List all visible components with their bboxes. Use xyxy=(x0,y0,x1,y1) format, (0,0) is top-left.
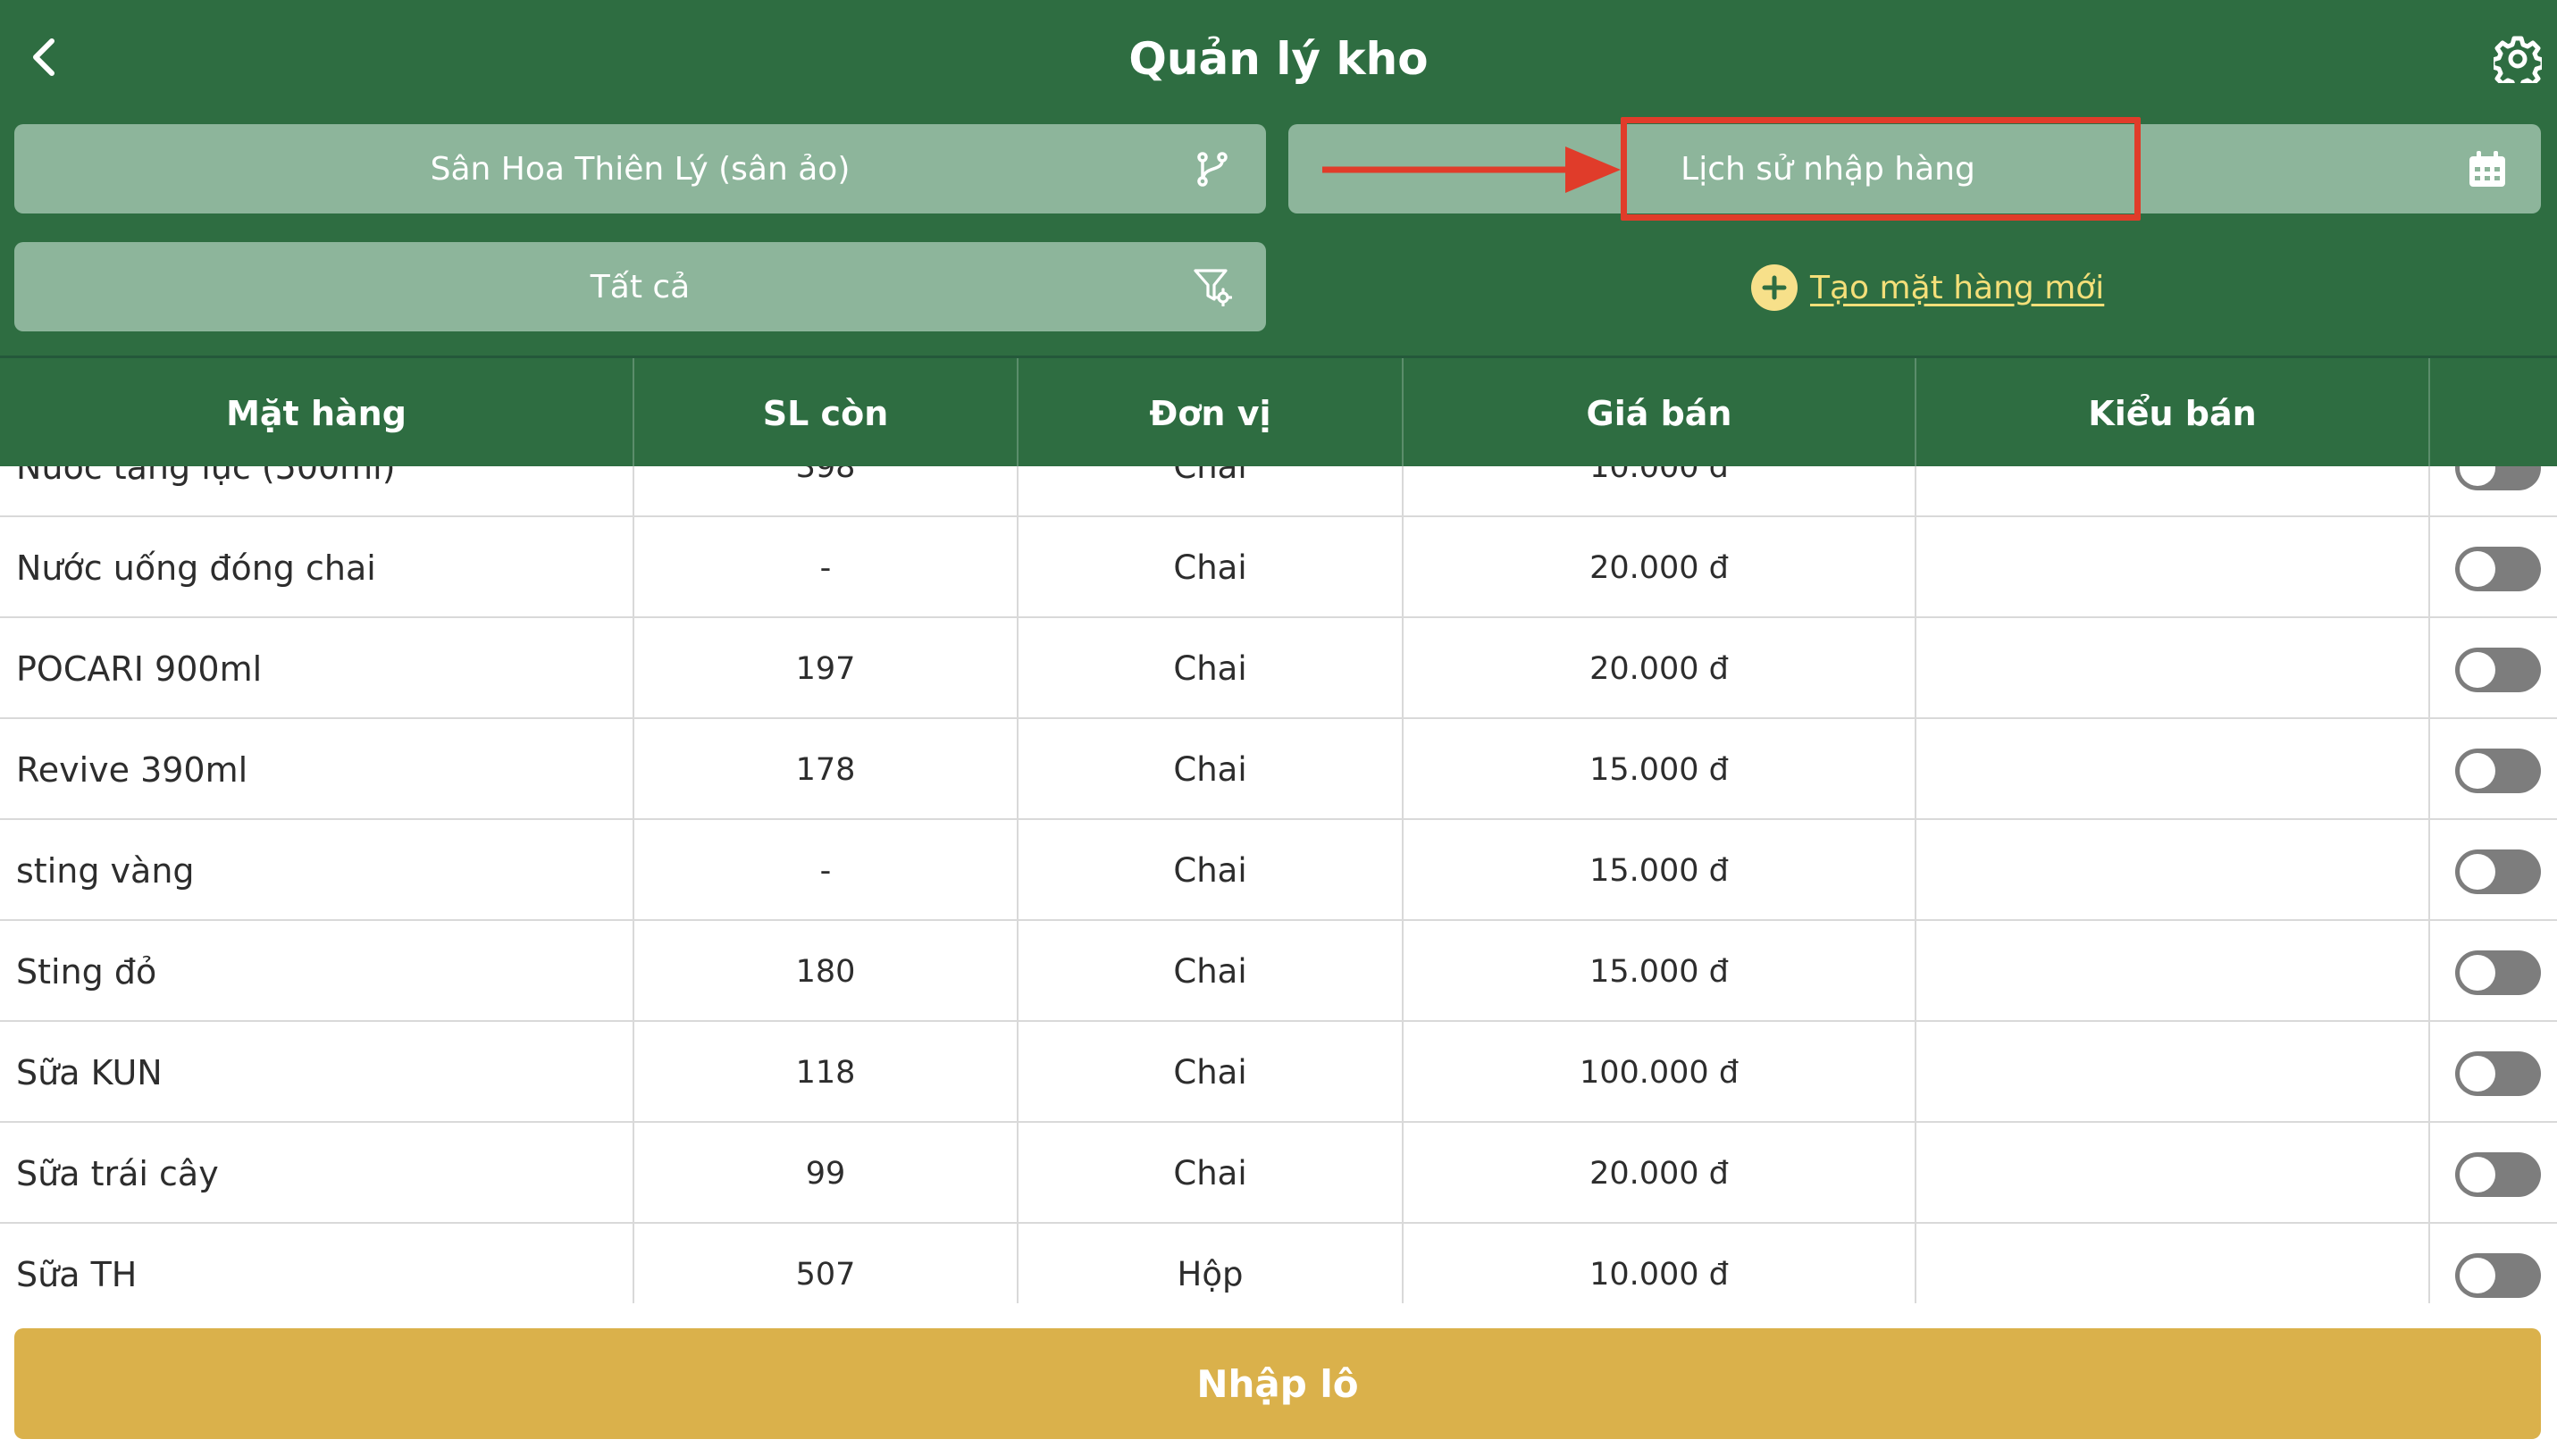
inventory-table-body[interactable]: Nước tăng lực (500ml) 398 Chai 10.000 đ Nước… xyxy=(0,466,2557,1303)
sale-type-cell xyxy=(1916,517,2430,618)
item-name-cell: Nước uống đóng chai xyxy=(0,517,634,618)
price-cell: 20.000 đ xyxy=(1404,517,1916,618)
table-row[interactable]: Nước uống đóng chai - Chai 20.000 đ xyxy=(0,517,2557,618)
price-cell: 20.000 đ xyxy=(1404,1123,1916,1224)
column-header-unit[interactable]: Đơn vị xyxy=(1019,358,1404,469)
create-item-label: Tạo mặt hàng mới xyxy=(1810,269,2105,306)
venue-label: Sân Hoa Thiên Lý (sân ảo) xyxy=(430,150,851,188)
unit-cell: Chai xyxy=(1019,618,1404,719)
sell-toggle[interactable] xyxy=(2455,849,2541,894)
branch-icon xyxy=(1197,152,1228,187)
unit-cell: Chai xyxy=(1019,517,1404,618)
table-header: Mặt hàng SL còn Đơn vị Giá bán Kiểu bán xyxy=(0,356,2557,469)
sale-type-cell xyxy=(1916,1022,2430,1123)
unit-cell: Chai xyxy=(1019,820,1404,921)
sale-type-cell xyxy=(1916,618,2430,719)
table-row[interactable]: Sữa trái cây 99 Chai 20.000 đ xyxy=(0,1123,2557,1224)
import-history-label: Lịch sử nhập hàng xyxy=(1681,150,1975,188)
table-row[interactable]: Nước tăng lực (500ml) 398 Chai 10.000 đ xyxy=(0,466,2557,517)
toggle-knob xyxy=(2460,1258,2495,1293)
calendar-icon xyxy=(2469,151,2505,187)
sale-type-cell xyxy=(1916,1224,2430,1303)
item-name-cell: Revive 390ml xyxy=(0,719,634,820)
category-label: Tất cả xyxy=(590,268,691,305)
sell-toggle[interactable] xyxy=(2455,950,2541,995)
item-name-cell: POCARI 900ml xyxy=(0,618,634,719)
unit-cell: Chai xyxy=(1019,1022,1404,1123)
unit-cell: Hộp xyxy=(1019,1224,1404,1303)
sale-type-cell xyxy=(1916,466,2430,517)
table-row[interactable]: Sữa KUN 118 Chai 100.000 đ xyxy=(0,1022,2557,1123)
qty-cell: 180 xyxy=(634,921,1019,1022)
plus-circle-icon xyxy=(1751,264,1798,311)
price-cell: 10.000 đ xyxy=(1404,1224,1916,1303)
column-header-qty[interactable]: SL còn xyxy=(634,358,1019,469)
price-cell: 15.000 đ xyxy=(1404,820,1916,921)
sell-toggle[interactable] xyxy=(2455,648,2541,692)
table-row[interactable]: Sữa TH 507 Hộp 10.000 đ xyxy=(0,1224,2557,1303)
toggle-knob xyxy=(2460,753,2495,789)
venue-selector[interactable]: Sân Hoa Thiên Lý (sân ảo) xyxy=(14,124,1266,213)
price-cell: 15.000 đ xyxy=(1404,921,1916,1022)
create-item-link[interactable]: Tạo mặt hàng mới xyxy=(1751,263,2104,313)
column-header-item[interactable]: Mặt hàng xyxy=(0,358,634,469)
qty-cell: 99 xyxy=(634,1123,1019,1224)
toggle-knob xyxy=(2460,1157,2495,1192)
annotation-arrow-icon xyxy=(1322,146,1621,193)
qty-cell: 197 xyxy=(634,618,1019,719)
sell-toggle[interactable] xyxy=(2455,1253,2541,1298)
price-cell: 15.000 đ xyxy=(1404,719,1916,820)
toggle-knob xyxy=(2460,955,2495,991)
item-name-cell: Sữa KUN xyxy=(0,1022,634,1123)
app-header: Quản lý kho Sân Hoa Thiên Lý (sân ảo) Tấ… xyxy=(0,0,2557,356)
sell-toggle[interactable] xyxy=(2455,466,2541,490)
sale-type-cell xyxy=(1916,921,2430,1022)
qty-cell: - xyxy=(634,820,1019,921)
unit-cell: Chai xyxy=(1019,1123,1404,1224)
settings-button[interactable] xyxy=(2489,30,2546,88)
table-row[interactable]: Sting đỏ 180 Chai 15.000 đ xyxy=(0,921,2557,1022)
toggle-knob xyxy=(2460,652,2495,688)
price-cell: 100.000 đ xyxy=(1404,1022,1916,1123)
price-cell: 10.000 đ xyxy=(1404,466,1916,517)
filter-settings-icon xyxy=(1194,269,1232,306)
qty-cell: - xyxy=(634,517,1019,618)
qty-cell: 507 xyxy=(634,1224,1019,1303)
qty-cell: 118 xyxy=(634,1022,1019,1123)
unit-cell: Chai xyxy=(1019,921,1404,1022)
column-header-sale-type[interactable]: Kiểu bán xyxy=(1916,358,2430,469)
sell-toggle[interactable] xyxy=(2455,749,2541,793)
sell-toggle[interactable] xyxy=(2455,547,2541,591)
table-row[interactable]: sting vàng - Chai 15.000 đ xyxy=(0,820,2557,921)
sale-type-cell xyxy=(1916,719,2430,820)
toggle-knob xyxy=(2460,1056,2495,1092)
toggle-knob xyxy=(2460,466,2495,486)
sale-type-cell xyxy=(1916,1123,2430,1224)
table-row[interactable]: POCARI 900ml 197 Chai 20.000 đ xyxy=(0,618,2557,719)
item-name-cell: Sữa TH xyxy=(0,1224,634,1303)
unit-cell: Chai xyxy=(1019,719,1404,820)
column-header-price[interactable]: Giá bán xyxy=(1404,358,1916,469)
price-cell: 20.000 đ xyxy=(1404,618,1916,719)
inventory-screen: Quản lý kho Sân Hoa Thiên Lý (sân ảo) Tấ… xyxy=(0,0,2557,1456)
item-name-cell: Sting đỏ xyxy=(0,921,634,1022)
qty-cell: 178 xyxy=(634,719,1019,820)
table-row[interactable]: Revive 390ml 178 Chai 15.000 đ xyxy=(0,719,2557,820)
toggle-knob xyxy=(2460,854,2495,890)
unit-cell: Chai xyxy=(1019,466,1404,517)
item-name-cell: sting vàng xyxy=(0,820,634,921)
category-filter[interactable]: Tất cả xyxy=(14,242,1266,331)
footer-bar: Nhập lô xyxy=(0,1303,2557,1456)
toggle-knob xyxy=(2460,551,2495,587)
import-batch-button[interactable]: Nhập lô xyxy=(14,1328,2541,1439)
item-name-cell: Nước tăng lực (500ml) xyxy=(0,466,634,517)
sell-toggle[interactable] xyxy=(2455,1051,2541,1096)
item-name-cell: Sữa trái cây xyxy=(0,1123,634,1224)
sell-toggle[interactable] xyxy=(2455,1152,2541,1197)
qty-cell: 398 xyxy=(634,466,1019,517)
page-title: Quản lý kho xyxy=(1128,33,1429,85)
sale-type-cell xyxy=(1916,820,2430,921)
column-header-toggle xyxy=(2430,358,2557,469)
gear-icon xyxy=(2494,36,2542,83)
